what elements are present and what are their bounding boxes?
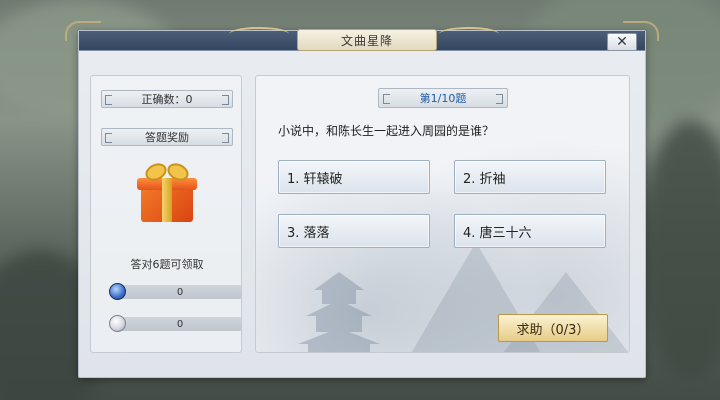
question-panel: 第1/10题 小说中，和陈长生一起进入周园的是谁？ 1. 轩辕破 2. 折袖 3… [255, 75, 630, 353]
answer-option-2[interactable]: 2. 折袖 [454, 160, 606, 194]
question-text: 小说中，和陈长生一起进入周园的是谁？ [278, 124, 495, 138]
stat-row-coin: 0 [109, 283, 241, 300]
reward-panel: 正确数：0 答题奖励 答对6题可领取 0 0 [90, 75, 242, 353]
answer-option-3[interactable]: 3. 落落 [278, 214, 430, 248]
stat-row-silver: 0 [109, 315, 241, 332]
window-title: 文曲星降 [297, 29, 437, 51]
pagoda-decoration [298, 272, 380, 352]
help-button[interactable]: 求助（0/3） [498, 314, 608, 342]
corner-ornament-left [65, 21, 101, 41]
silver-icon [109, 315, 126, 332]
reward-hint: 答对6题可领取 [130, 258, 204, 271]
title-ornament-right [439, 27, 499, 41]
coin-icon [109, 283, 126, 300]
title-ornament-left [229, 27, 289, 41]
stat-value: 0 [119, 317, 241, 331]
correct-count-label: 正确数：0 [101, 90, 233, 108]
gift-box-icon[interactable] [135, 160, 199, 224]
question-progress: 第1/10题 [378, 88, 508, 108]
answer-option-1[interactable]: 1. 轩辕破 [278, 160, 430, 194]
stat-value: 0 [119, 285, 241, 299]
reward-title: 答题奖励 [101, 128, 233, 146]
quiz-window: 文曲星降 ✕ 正确数：0 答题奖励 答对6题可领取 0 0 第1/10题 小说中… [65, 21, 659, 378]
corner-ornament-right [623, 21, 659, 41]
answer-option-4[interactable]: 4. 唐三十六 [454, 214, 606, 248]
